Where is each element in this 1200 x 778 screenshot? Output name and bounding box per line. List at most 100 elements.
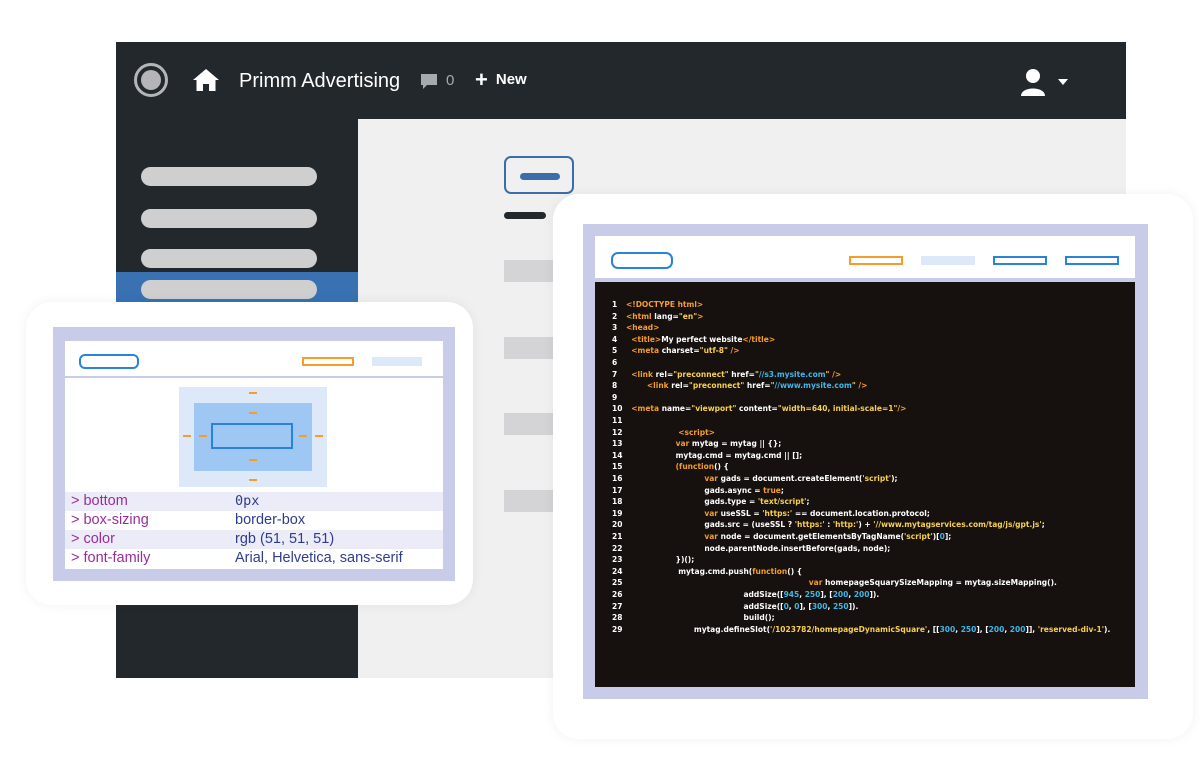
code-text: <meta charset="utf-8" />: [631, 346, 740, 356]
code-line: 20 gads.src = (useSSL ? 'https:' : 'http…: [595, 520, 1135, 531]
comment-icon[interactable]: [420, 73, 438, 90]
code-text: <!DOCTYPE html>: [626, 300, 704, 309]
sidebar-item-placeholder[interactable]: [141, 167, 317, 186]
code-line: 15 (function() {: [595, 462, 1135, 473]
plus-icon: +: [475, 67, 488, 92]
property-value: 0px: [235, 493, 260, 509]
comment-count[interactable]: 0: [446, 72, 454, 89]
css-property-row[interactable]: > font-family Arial, Helvetica, sans-ser…: [65, 549, 443, 568]
line-number: 27: [612, 601, 623, 611]
placeholder-nav-link[interactable]: [921, 256, 975, 265]
code-text: <title>My perfect website</title>: [631, 334, 776, 344]
line-number: 25: [612, 578, 623, 588]
style-inspector-panel: > bottom 0px > box-sizing border-box > c…: [65, 341, 443, 569]
code-line: 25 var homepageSquarySizeMapping = mytag…: [595, 578, 1135, 589]
code-text: var node = document.getElementsByTagName…: [704, 532, 952, 541]
code-line: 6: [595, 358, 1135, 369]
chevron-down-icon[interactable]: [1058, 79, 1068, 85]
padding-indicator: [249, 412, 257, 414]
code-text: gads.src = (useSSL ? 'https:' : 'http:')…: [626, 520, 1045, 530]
placeholder-nav-link[interactable]: [849, 256, 903, 265]
code-line: 2 <html lang="en">: [595, 312, 1135, 323]
margin-indicator: [183, 435, 191, 437]
site-name-link[interactable]: Primm Advertising: [239, 70, 400, 93]
line-number: 1: [612, 300, 618, 309]
code-line: 9: [595, 393, 1135, 404]
css-property-row[interactable]: > bottom 0px: [65, 492, 443, 511]
placeholder-button[interactable]: [504, 156, 574, 194]
code-text: var useSSL = 'https:' == document.locati…: [704, 508, 930, 518]
line-number: 28: [612, 613, 623, 623]
line-number: 14: [612, 450, 623, 460]
line-number: 16: [612, 474, 623, 483]
home-icon[interactable]: [192, 68, 220, 92]
code-line: 19 var useSSL = 'https:' == document.loc…: [595, 509, 1135, 520]
placeholder-logo: [611, 252, 673, 269]
sidebar-item-placeholder[interactable]: [141, 249, 317, 268]
line-number: 9: [612, 392, 618, 402]
code-text: addSize([945, 250], [200, 200]).: [626, 590, 880, 599]
new-label: New: [495, 71, 527, 88]
css-property-row[interactable]: > color rgb (51, 51, 51): [65, 530, 443, 549]
code-text: })();: [626, 555, 695, 565]
padding-indicator: [249, 459, 257, 461]
code-text: gads.type = 'text/script';: [626, 497, 810, 507]
code-text: <link rel="preconnect" href="//www.mysit…: [646, 381, 868, 391]
code-line: 16 var gads = document.createElement('sc…: [595, 474, 1135, 485]
code-text: addSize([0, 0], [300, 250]).: [626, 601, 859, 611]
code-line: 18 gads.type = 'text/script';: [595, 497, 1135, 508]
code-text: mytag.defineSlot('/1023782/homepageDynam…: [626, 624, 1111, 634]
padding-indicator: [299, 435, 307, 437]
code-line: 10 <meta name="viewport" content="width=…: [595, 404, 1135, 415]
user-avatar-icon[interactable]: [1020, 68, 1046, 96]
line-number: 26: [612, 590, 623, 599]
line-number: 2: [612, 311, 618, 321]
line-number: 29: [612, 624, 623, 634]
code-text: var mytag = mytag || {};: [675, 439, 782, 449]
site-logo-icon[interactable]: [134, 63, 168, 97]
line-number: 15: [612, 462, 623, 472]
code-line: 5 <meta charset="utf-8" />: [595, 346, 1135, 357]
css-property-row[interactable]: > box-sizing border-box: [65, 511, 443, 530]
code-line: 23 })();: [595, 555, 1135, 566]
placeholder-nav-link[interactable]: [993, 256, 1047, 265]
property-name: > color: [71, 531, 115, 547]
line-number: 17: [612, 485, 623, 495]
code-text: (function() {: [675, 462, 729, 472]
line-number: 10: [612, 404, 623, 414]
code-text: var gads = document.createElement('scrip…: [704, 474, 898, 483]
code-line: 17 gads.async = true;: [595, 486, 1135, 497]
line-number: 8: [612, 381, 618, 391]
placeholder-nav-link[interactable]: [1065, 256, 1119, 265]
line-number: 20: [612, 520, 623, 530]
property-name: > font-family: [71, 550, 151, 566]
code-text: <link rel="preconnect" href="//s3.mysite…: [631, 369, 842, 379]
line-number: 4: [612, 334, 618, 344]
code-text: mytag.cmd = mytag.cmd || [];: [626, 450, 803, 460]
line-number: 23: [612, 555, 623, 565]
new-content-button[interactable]: + New: [475, 67, 527, 92]
line-number: 24: [612, 566, 623, 576]
code-text: mytag.cmd.push(function() {: [626, 566, 803, 576]
sidebar-item-placeholder: [141, 280, 317, 299]
box-model-content[interactable]: [211, 423, 293, 449]
code-text: gads.async = true;: [626, 485, 784, 495]
inspector-header: [65, 341, 443, 378]
line-number: 12: [612, 427, 623, 437]
code-text: node.parentNode.insertBefore(gads, node)…: [626, 543, 891, 553]
code-line: 24 mytag.cmd.push(function() {: [595, 567, 1135, 578]
line-number: 19: [612, 508, 623, 518]
code-text: <script>: [678, 427, 715, 437]
placeholder-nav-link[interactable]: [372, 357, 422, 366]
placeholder-heading: [504, 212, 546, 219]
padding-indicator: [199, 435, 207, 437]
code-line: 11: [595, 416, 1135, 427]
line-number: 13: [612, 439, 623, 449]
placeholder-nav-link[interactable]: [302, 357, 354, 366]
line-number: 21: [612, 532, 623, 541]
margin-indicator: [315, 435, 323, 437]
code-line: 8 <link rel="preconnect" href="//www.mys…: [595, 381, 1135, 392]
sidebar-item-placeholder[interactable]: [141, 209, 317, 228]
line-number: 3: [612, 323, 618, 333]
code-text: <head>: [626, 323, 660, 333]
